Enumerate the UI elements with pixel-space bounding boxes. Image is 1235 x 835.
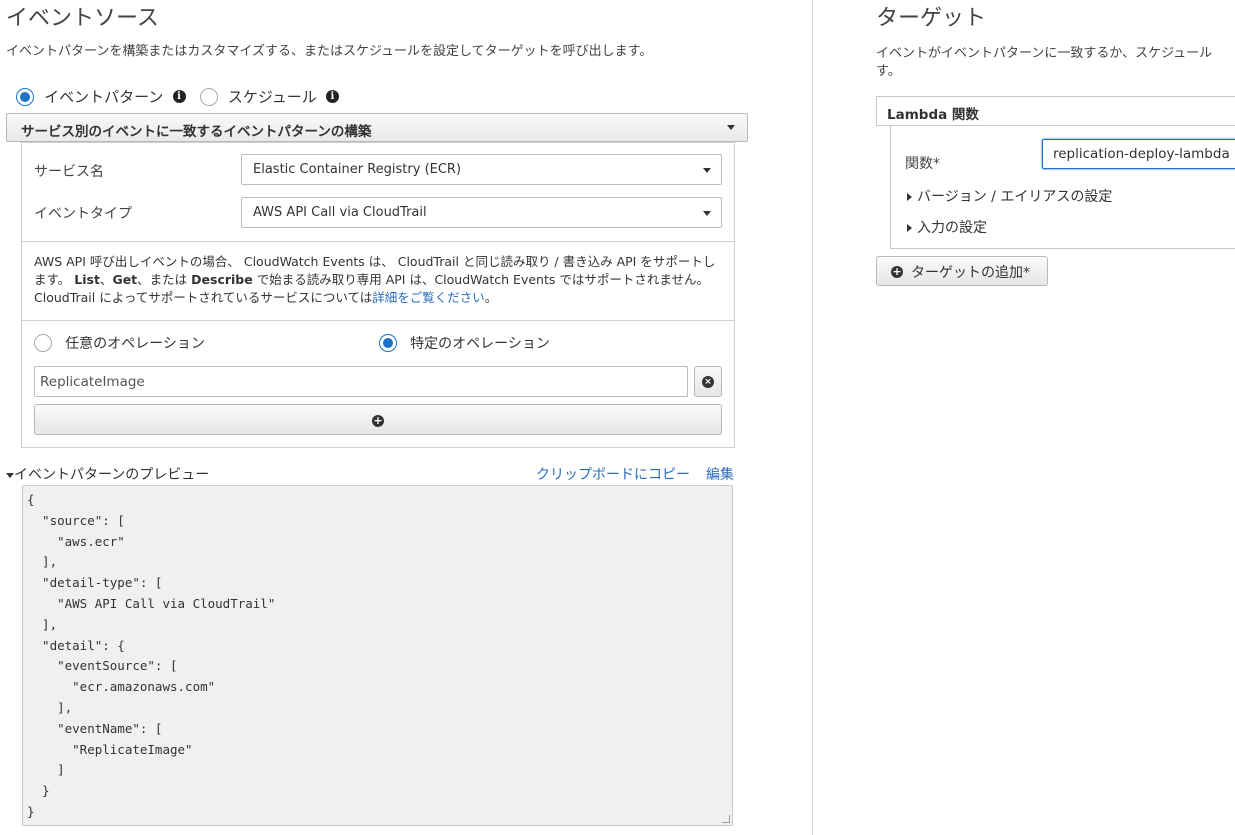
caret-right-icon	[907, 224, 912, 232]
any-operation-radio[interactable]	[34, 334, 52, 352]
info-icon[interactable]: i	[172, 90, 186, 103]
pattern-builder-label: サービス別のイベントに一致するイベントパターンの構築	[21, 124, 372, 140]
operation-input[interactable]: ReplicateImage	[34, 366, 688, 397]
copy-to-clipboard-link[interactable]: クリップボードにコピー	[536, 464, 690, 484]
preview-toggle[interactable]: イベントパターンのプレビュー	[6, 464, 209, 484]
chevron-down-icon	[703, 168, 711, 173]
caret-right-icon	[907, 193, 912, 201]
plus-icon: +	[891, 265, 903, 278]
event-type-label: イベントタイプ	[34, 206, 132, 222]
chevron-down-icon	[727, 125, 735, 130]
add-operation-button[interactable]: +	[34, 404, 722, 435]
service-name-label: サービス名	[34, 164, 104, 180]
column-divider	[812, 0, 813, 835]
info-line-2: ます。 List、Get、または Describe で始まる読み取り専用 API…	[34, 272, 709, 287]
function-value: replication-deploy-lambda	[1053, 146, 1230, 162]
event-source-title: イベントソース	[6, 6, 159, 31]
learn-more-link[interactable]: 詳細をご覧ください	[372, 290, 485, 305]
info-line-1: AWS API 呼び出しイベントの場合、 CloudWatch Events は…	[34, 254, 716, 269]
event-type-select[interactable]: AWS API Call via CloudTrail	[241, 197, 722, 228]
pattern-builder-dropdown[interactable]: サービス別のイベントに一致するイベントパターンの構築	[6, 113, 748, 142]
target-description: イベントがイベントパターンに一致するか、スケジュール す。	[876, 46, 1213, 79]
input-settings-toggle[interactable]: 入力の設定	[907, 217, 987, 237]
chevron-down-icon	[703, 211, 711, 216]
cloudtrail-info-text: AWS API 呼び出しイベントの場合、 CloudWatch Events は…	[34, 253, 734, 307]
specific-operation-option[interactable]: 特定のオペレーション	[379, 333, 550, 353]
operation-value: ReplicateImage	[40, 374, 145, 390]
event-source-description: イベントパターンを構築またはカスタマイズする、またはスケジュールを設定してターゲ…	[6, 44, 653, 59]
version-alias-toggle[interactable]: バージョン / エイリアスの設定	[907, 186, 1112, 206]
lambda-panel-header: Lambda 関数	[876, 96, 1235, 126]
schedule-label: スケジュール	[227, 88, 317, 106]
source-type-radios: イベントパターン i スケジュール i	[16, 86, 339, 106]
schedule-radio[interactable]	[199, 87, 218, 106]
info-line-3: CloudTrail によってサポートされているサービスについては詳細をご覧くだ…	[34, 290, 498, 305]
plus-icon: +	[372, 414, 384, 427]
preview-code: { "source": [ "aws.ecr" ], "detail-type"…	[27, 492, 276, 819]
caret-down-icon	[6, 472, 14, 478]
event-pattern-preview[interactable]: { "source": [ "aws.ecr" ], "detail-type"…	[22, 485, 733, 826]
resize-handle[interactable]	[722, 815, 730, 823]
function-select[interactable]: replication-deploy-lambda	[1042, 139, 1235, 169]
preview-label: イベントパターンのプレビュー	[14, 467, 210, 483]
event-pattern-label: イベントパターン	[44, 88, 164, 106]
add-target-label: ターゲットの追加*	[911, 265, 1030, 281]
function-label: 関数*	[905, 156, 940, 172]
service-name-select[interactable]: Elastic Container Registry (ECR)	[241, 154, 722, 185]
remove-operation-button[interactable]: ×	[694, 366, 722, 397]
any-operation-option[interactable]: 任意のオペレーション	[34, 333, 205, 353]
service-name-value: Elastic Container Registry (ECR)	[253, 162, 462, 177]
add-target-button[interactable]: + ターゲットの追加*	[876, 256, 1048, 286]
target-title: ターゲット	[876, 6, 987, 31]
info-icon[interactable]: i	[325, 90, 339, 103]
close-icon: ×	[702, 376, 714, 388]
event-pattern-radio[interactable]	[16, 87, 34, 106]
version-alias-label: バージョン / エイリアスの設定	[917, 189, 1113, 205]
event-type-value: AWS API Call via CloudTrail	[253, 205, 427, 220]
edit-link[interactable]: 編集	[706, 464, 734, 484]
input-settings-label: 入力の設定	[917, 220, 987, 236]
specific-operation-radio[interactable]	[379, 334, 397, 352]
any-operation-label: 任意のオペレーション	[65, 336, 205, 352]
specific-operation-label: 特定のオペレーション	[410, 336, 550, 352]
